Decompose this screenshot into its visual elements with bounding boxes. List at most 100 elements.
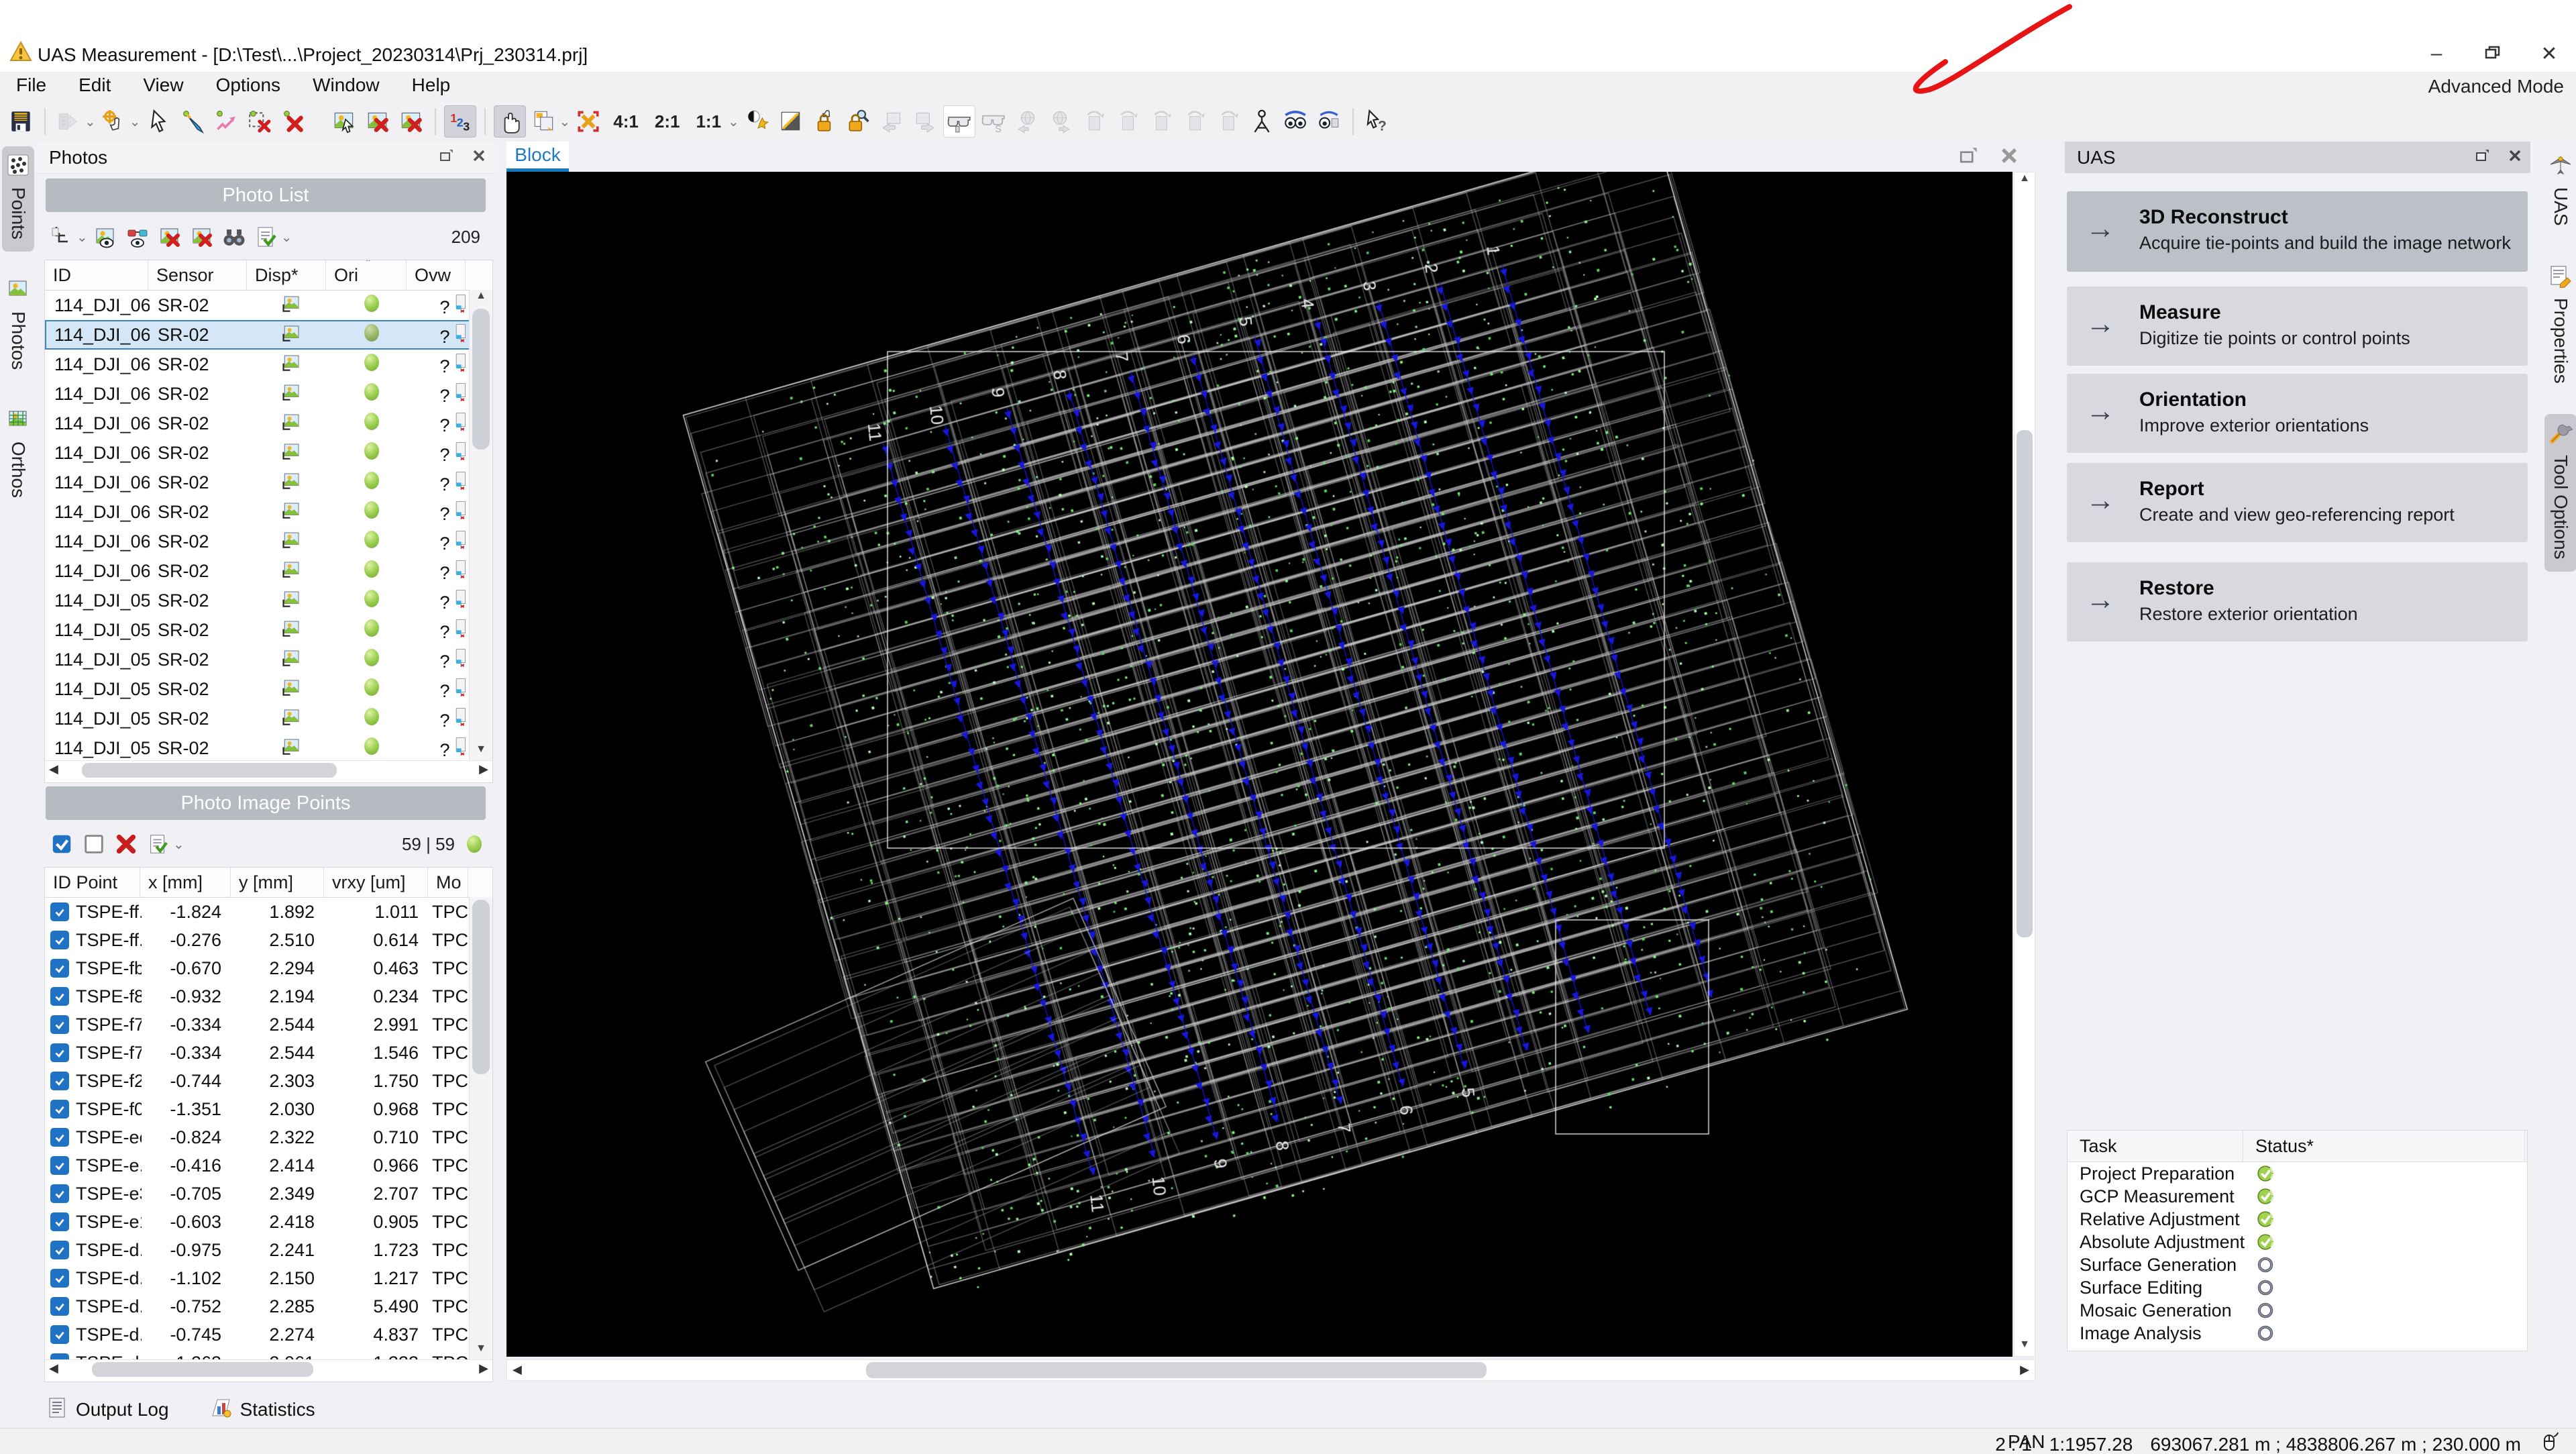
points-col-mo[interactable]: Mo	[428, 868, 468, 897]
photo-col-sensor[interactable]: Sensor	[148, 260, 247, 290]
photo-col-ori[interactable]: Oriˆ	[326, 260, 407, 290]
select-cursor-tool[interactable]	[144, 106, 174, 137]
point-checkbox[interactable]	[50, 1156, 69, 1175]
point-checkbox[interactable]	[50, 987, 69, 1006]
display-photo-icon[interactable]	[248, 293, 327, 319]
point-checkbox[interactable]	[50, 959, 69, 978]
points-col-ymm[interactable]: y [mm]	[231, 868, 324, 897]
sidebar-tab-photos[interactable]: Photos	[2, 270, 34, 382]
zoom-2-1-label[interactable]: 2:1	[655, 111, 680, 132]
display-photo-icon[interactable]	[248, 558, 327, 584]
photo-col-id[interactable]: ID	[45, 260, 148, 290]
stereo-glasses-swap-button[interactable]: S	[978, 106, 1009, 137]
display-photo-icon[interactable]	[248, 411, 327, 437]
points-col-vrxyum[interactable]: vrxy [um]	[324, 868, 428, 897]
right-tab-tool-options[interactable]: Tool Options	[2544, 414, 2576, 572]
lock-pan-button[interactable]	[809, 106, 840, 137]
points-check-list-button[interactable]	[144, 829, 173, 859]
photo-row-selected[interactable]: 114_DJI_0680SR-02?	[45, 320, 492, 350]
float-view-icon[interactable]	[1957, 144, 1980, 170]
points-col-xmm[interactable]: x [mm]	[140, 868, 231, 897]
block-view-canvas[interactable]	[506, 172, 2012, 1357]
display-photo-icon[interactable]	[248, 676, 327, 703]
points-col-idpoint[interactable]: ID Point	[45, 868, 140, 897]
tab-block[interactable]: Block	[506, 142, 569, 168]
display-photo-icon[interactable]	[248, 529, 327, 555]
photo-row[interactable]: 114_DJI_0660SR-02?	[45, 379, 492, 409]
photo-check-list-button[interactable]	[252, 222, 281, 252]
point-row[interactable]: TSPE-d...-0.9752.2411.723TPC	[45, 1236, 492, 1264]
photo-row[interactable]: 114_DJI_0590SR-02?	[45, 586, 492, 615]
next-photo-button[interactable]	[910, 106, 941, 137]
photo-row[interactable]: 114_DJI_0610SR-02?	[45, 527, 492, 556]
apply-compute-button[interactable]	[54, 106, 85, 137]
task-col-task[interactable]: Task	[2068, 1131, 2243, 1161]
photo-row[interactable]: 114_DJI_0650SR-02?	[45, 409, 492, 438]
display-photo-icon[interactable]	[248, 499, 327, 525]
point-row[interactable]: TSPE-f7...-0.3342.5441.546TPC	[45, 1039, 492, 1067]
point-row[interactable]: TSPE-f2...-0.7442.3031.750TPC	[45, 1067, 492, 1095]
point-row[interactable]: TSPE-ff...-1.8241.8921.011TPC	[45, 898, 492, 926]
photo-row[interactable]: 114_DJI_0690SR-02?	[45, 291, 492, 320]
find-photo-button[interactable]	[219, 222, 249, 252]
point-row[interactable]: TSPE-d...-0.7522.2855.490TPC	[45, 1292, 492, 1320]
float-panel-icon[interactable]	[2474, 147, 2491, 168]
point-checkbox[interactable]	[50, 931, 69, 949]
rotate-reset-button[interactable]	[1213, 106, 1244, 137]
globe-next-button[interactable]	[1045, 106, 1076, 137]
output-log-button[interactable]: Output Log	[45, 1396, 169, 1424]
point-checkbox[interactable]	[50, 1100, 69, 1119]
sidebar-tab-orthos[interactable]: Orthos	[2, 401, 34, 510]
points-horizontal-scrollbar[interactable]: ◀ ▶	[45, 1359, 492, 1382]
point-row[interactable]: TSPE-d...-0.7452.2744.837TPC	[45, 1320, 492, 1349]
point-checkbox[interactable]	[50, 1128, 69, 1147]
photo-list-horizontal-scrollbar[interactable]: ◀ ▶	[45, 760, 492, 782]
point-checkbox[interactable]	[50, 1241, 69, 1259]
zoom-fit-button[interactable]	[573, 106, 604, 137]
point-row[interactable]: TSPE-f0...-1.3512.0300.968TPC	[45, 1095, 492, 1123]
point-checkbox[interactable]	[50, 902, 69, 921]
prev-photo-button[interactable]	[876, 106, 907, 137]
task-col-status[interactable]: Status*	[2243, 1131, 2525, 1161]
rotate-cw-button[interactable]	[1179, 106, 1210, 137]
survey-station-button[interactable]	[1246, 106, 1277, 137]
zoom-1-1-label[interactable]: 1:1	[696, 111, 721, 132]
point-row[interactable]: TSPE-e3...-0.7052.3492.707TPC	[45, 1180, 492, 1208]
photo-row[interactable]: 114_DJI_0580SR-02?	[45, 615, 492, 645]
stereo-eyes-alt-button[interactable]	[1313, 106, 1344, 137]
display-photo-icon[interactable]	[248, 440, 327, 466]
point-row[interactable]: TSPE-f8...-0.9322.1940.234TPC	[45, 982, 492, 1010]
stereo-view-button[interactable]	[123, 222, 152, 252]
point-checkbox[interactable]	[50, 1072, 69, 1090]
sidebar-tab-points[interactable]: Points	[2, 146, 34, 252]
point-checkbox[interactable]	[50, 1353, 69, 1359]
close-panel-icon[interactable]	[470, 147, 488, 168]
photo-col-ovw[interactable]: Ovw	[407, 260, 466, 290]
rotate-ccw-button[interactable]	[1146, 106, 1177, 137]
display-photo-icon[interactable]	[248, 617, 327, 643]
photo-row[interactable]: 114_DJI_0620SR-02?	[45, 497, 492, 527]
lock-zoom-button[interactable]	[843, 106, 873, 137]
display-photo-icon[interactable]	[248, 352, 327, 378]
canvas-vertical-scrollbar[interactable]: ▲ ▼	[2014, 172, 2035, 1357]
photo-remove-button[interactable]	[155, 222, 184, 252]
display-photo-icon[interactable]	[248, 381, 327, 407]
context-help-button[interactable]: ?	[1362, 106, 1393, 137]
display-photo-icon[interactable]	[248, 647, 327, 673]
point-checkbox[interactable]	[50, 1269, 69, 1288]
brightness-button[interactable]	[742, 106, 773, 137]
stereo-eyes-button[interactable]	[1280, 106, 1311, 137]
toggle-123-button[interactable]: 123	[444, 105, 476, 138]
photo-col-disp[interactable]: Disp*	[247, 260, 326, 290]
photo-row[interactable]: 114_DJI_0630SR-02?	[45, 468, 492, 497]
globe-prev-button[interactable]	[1012, 106, 1042, 137]
restore-button[interactable]	[2478, 39, 2508, 68]
zoom-4-1-label[interactable]: 4:1	[613, 111, 639, 132]
photo-list-add-tool[interactable]	[47, 222, 76, 252]
overlay-views-button[interactable]	[529, 106, 559, 137]
point-checkbox[interactable]	[50, 1184, 69, 1203]
menu-help[interactable]: Help	[396, 72, 467, 99]
chevron-down-icon[interactable]: ⌄	[76, 229, 88, 246]
photo-row[interactable]: 114_DJI_0540SR-02?	[45, 733, 492, 760]
uas-action-orientation[interactable]: → Orientation Improve exterior orientati…	[2067, 374, 2528, 453]
